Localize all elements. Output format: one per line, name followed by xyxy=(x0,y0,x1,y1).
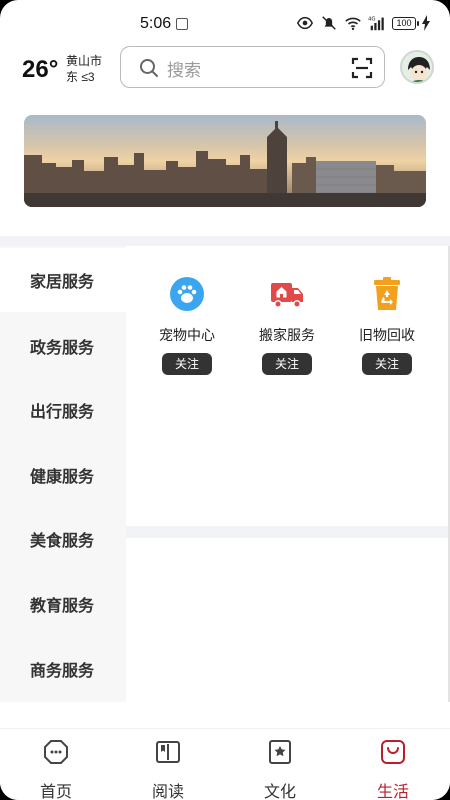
status-time: 5:06 xyxy=(140,15,172,32)
tab-reading[interactable]: 阅读 xyxy=(128,739,208,800)
tab-label: 生活 xyxy=(376,784,409,800)
bottom-tab-bar: 首页 阅读 文化 生活 xyxy=(0,728,450,800)
mute-bell-icon xyxy=(322,16,336,30)
tab-life[interactable]: 生活 xyxy=(353,739,433,800)
weather-wind: 东 ≤3 xyxy=(66,70,95,84)
notification-icon xyxy=(176,18,188,30)
city-banner-image[interactable] xyxy=(24,115,426,207)
sidebar-item-travel-services[interactable]: 出行服务 xyxy=(0,378,126,442)
signal-icon: 4G xyxy=(368,16,384,31)
user-avatar[interactable] xyxy=(400,50,434,84)
avatar-image xyxy=(402,52,432,82)
status-bar: 5:06 4G 100 xyxy=(0,0,450,46)
tab-label: 首页 xyxy=(39,784,72,800)
recycle-bin-icon xyxy=(374,277,400,310)
service-label: 宠物中心 xyxy=(159,327,215,343)
truck-icon xyxy=(271,283,303,308)
tab-culture[interactable]: 文化 xyxy=(240,739,320,800)
sidebar-item-food-services[interactable]: 美食服务 xyxy=(0,507,126,571)
sidebar-item-home-services[interactable]: 家居服务 xyxy=(0,248,126,312)
search-bar[interactable]: 搜索 xyxy=(120,46,385,88)
section-divider xyxy=(0,236,450,246)
book-icon xyxy=(156,741,180,763)
network-label: 4G xyxy=(368,16,376,22)
service-item-moving[interactable]: 搬家服务 关注 xyxy=(237,276,337,375)
header: 26° 黄山市 东 ≤3 搜索 xyxy=(0,46,450,90)
service-label: 搬家服务 xyxy=(259,327,315,343)
sidebar-item-government-services[interactable]: 政务服务 xyxy=(0,314,126,378)
service-item-recycling[interactable]: 旧物回收 关注 xyxy=(337,276,437,375)
sidebar-item-education-services[interactable]: 教育服务 xyxy=(0,572,126,636)
search-placeholder: 搜索 xyxy=(167,61,201,80)
tab-label: 文化 xyxy=(263,784,296,800)
service-item-pet-center[interactable]: 宠物中心 关注 xyxy=(137,276,237,375)
service-grid: 宠物中心 关注 搬家服务 关注 旧物回收 关注 xyxy=(126,246,450,702)
battery-indicator: 100 xyxy=(392,16,419,30)
home-icon xyxy=(44,740,68,764)
weather-temperature: 26° xyxy=(22,56,59,83)
tab-home[interactable]: 首页 xyxy=(16,739,96,800)
content-divider xyxy=(126,526,450,538)
paw-icon xyxy=(170,277,204,311)
service-label: 旧物回收 xyxy=(359,327,415,343)
charging-icon xyxy=(422,15,430,31)
scan-icon[interactable] xyxy=(351,57,373,79)
tab-label: 阅读 xyxy=(151,784,184,800)
life-icon xyxy=(381,740,405,764)
sidebar-item-health-services[interactable]: 健康服务 xyxy=(0,443,126,507)
category-sidebar: 家居服务 政务服务 出行服务 健康服务 美食服务 教育服务 商务服务 xyxy=(0,246,126,702)
wifi-icon xyxy=(345,17,361,31)
sidebar-item-business-services[interactable]: 商务服务 xyxy=(0,637,126,701)
culture-icon xyxy=(269,740,291,764)
follow-button[interactable]: 关注 xyxy=(162,353,212,375)
search-icon xyxy=(140,59,158,77)
follow-button[interactable]: 关注 xyxy=(262,353,312,375)
status-icons: 4G 100 xyxy=(296,14,430,32)
weather-city: 黄山市 xyxy=(66,54,103,68)
follow-button[interactable]: 关注 xyxy=(362,353,412,375)
app-screen: 5:06 4G 100 26° 黄山市 东 ≤3 搜索 家居服务 政务服务 出行… xyxy=(0,0,450,800)
eye-icon xyxy=(296,16,314,30)
